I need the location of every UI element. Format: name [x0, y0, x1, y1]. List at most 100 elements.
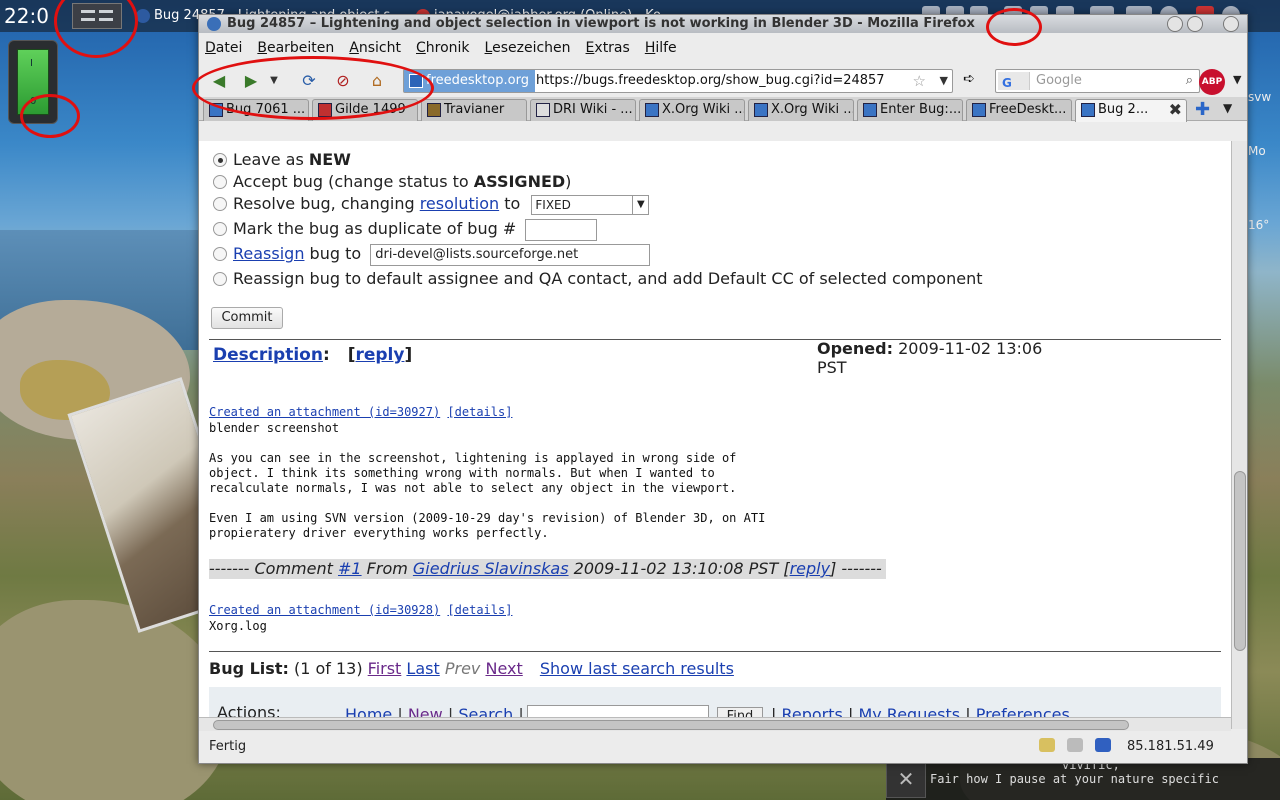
bug-list-next-link[interactable]: Next	[485, 659, 522, 678]
attachment-1-name: blender screenshot	[209, 421, 340, 435]
adblock-plus-button[interactable]: ABP	[1199, 69, 1225, 95]
url-text: https://bugs.freedesktop.org/show_bug.cg…	[536, 73, 885, 88]
option-label-end: to	[499, 194, 521, 213]
chat-line-2: Fair how I pause at your nature specific	[930, 772, 1219, 786]
tab-bug-7061[interactable]: Bug 7061 ...	[203, 99, 309, 121]
comment-1-header: ------- Comment #1 From Giedrius Slavins…	[209, 559, 886, 579]
tab-favicon-icon	[209, 103, 223, 117]
maximize-button[interactable]	[1187, 16, 1203, 32]
menu-history[interactable]: Chronik	[416, 40, 470, 56]
search-engine-selector[interactable]: G	[998, 72, 1030, 90]
attachment-2-link[interactable]: Created an attachment (id=30928)	[209, 603, 440, 617]
bookmark-star-icon[interactable]: ☆	[913, 70, 926, 92]
horizontal-scrollbar[interactable]	[199, 717, 1231, 731]
window-titlebar[interactable]: Bug 24857 – Lightening and object select…	[199, 15, 1247, 33]
menu-bookmarks[interactable]: Lesezeichen	[485, 40, 571, 56]
url-bar[interactable]: freedesktop.org https://bugs.freedesktop…	[403, 69, 953, 93]
minimize-button[interactable]	[1167, 16, 1183, 32]
bug-list-first-link[interactable]: First	[368, 659, 402, 678]
tab-xorg-wiki-1[interactable]: X.Org Wiki ...	[639, 99, 745, 121]
show-last-search-link[interactable]: Show last search results	[540, 659, 734, 678]
vertical-scrollbar[interactable]	[1231, 141, 1247, 729]
horizontal-scroll-thumb[interactable]	[213, 720, 1129, 730]
search-icon[interactable]: ⌕	[1186, 70, 1193, 92]
tab-xorg-wiki-2[interactable]: X.Org Wiki ...	[748, 99, 854, 121]
chat-close-button[interactable]: ✕	[886, 760, 926, 798]
commit-button[interactable]: Commit	[211, 307, 283, 329]
close-button[interactable]	[1223, 16, 1239, 32]
tab-close-icon[interactable]: ✖	[1169, 100, 1182, 120]
resolution-link[interactable]: resolution	[420, 194, 499, 213]
tab-gilde[interactable]: Gilde 1499	[312, 99, 418, 121]
back-arrow-icon: ◀	[212, 70, 226, 90]
radio-default-assignee[interactable]	[213, 272, 227, 286]
tab-bug-24857[interactable]: Bug 2... ✖	[1075, 99, 1187, 122]
go-button[interactable]: ➪	[963, 71, 975, 87]
attachment-1-link[interactable]: Created an attachment (id=30927)	[209, 405, 440, 419]
resolution-value: FIXED	[535, 197, 571, 212]
site-identity-badge[interactable]: freedesktop.org	[404, 70, 535, 92]
home-button[interactable]: ⌂	[363, 67, 391, 93]
comment-number-link[interactable]: #1	[338, 559, 362, 578]
firefox-window: Bug 24857 – Lightening and object select…	[198, 14, 1248, 764]
menu-help[interactable]: Hilfe	[645, 40, 677, 56]
menu-edit[interactable]: Bearbeiten	[257, 40, 334, 56]
option-label: bug to	[304, 244, 362, 263]
radio-leave-new[interactable]	[213, 153, 227, 167]
tab-favicon-icon	[536, 103, 550, 117]
radio-reassign[interactable]	[213, 247, 227, 261]
description-header: Description: [reply]	[213, 345, 413, 365]
vertical-scroll-thumb[interactable]	[1234, 471, 1246, 651]
download-icon[interactable]	[1067, 738, 1083, 752]
attachment-2-details-link[interactable]: [details]	[447, 603, 512, 617]
bug-list-last-link[interactable]: Last	[406, 659, 439, 678]
tab-freedesktop[interactable]: FreeDeskt...	[966, 99, 1072, 121]
lock-icon[interactable]	[1039, 738, 1055, 752]
comment-reply-link[interactable]: reply	[790, 559, 831, 578]
page-content: Leave as NEW Accept bug (change status t…	[199, 141, 1231, 729]
resolution-select[interactable]: FIXED ▼	[531, 194, 650, 215]
status-text: Fertig	[209, 739, 247, 754]
forward-button[interactable]: ▶	[237, 67, 265, 93]
weather-label: svw	[1248, 90, 1272, 104]
tab-dri-wiki[interactable]: DRI Wiki - ...	[530, 99, 636, 121]
new-tab-button[interactable]: ✚	[1195, 99, 1210, 120]
tab-list-chevron-down-icon[interactable]: ▼	[1223, 101, 1232, 115]
menu-tools[interactable]: Extras	[586, 40, 630, 56]
description-body: As you can see in the screenshot, lighte…	[209, 451, 766, 540]
url-dropdown-icon[interactable]: ▼	[940, 70, 948, 92]
history-dropdown-button[interactable]: ▼	[265, 67, 283, 93]
option-label: Mark the bug as duplicate of bug #	[233, 219, 517, 238]
description-link[interactable]: Description	[213, 345, 323, 365]
menu-view[interactable]: Ansicht	[349, 40, 401, 56]
radio-accept[interactable]	[213, 175, 227, 189]
virtual-desktop-pager[interactable]	[72, 3, 122, 29]
status-bar: Fertig 85.181.51.49	[199, 731, 1247, 763]
duplicate-bug-field[interactable]	[525, 218, 598, 241]
attachment-2-line: Created an attachment (id=30928) [detail…	[209, 603, 512, 617]
description-reply-link[interactable]: reply	[355, 345, 404, 365]
option-duplicate: Mark the bug as duplicate of bug #	[213, 218, 982, 243]
back-button[interactable]: ◀	[205, 67, 233, 93]
comment-date: 2009-11-02 13:10:08 PST [	[568, 559, 790, 578]
tab-label: DRI Wiki - ...	[553, 102, 633, 117]
stop-button[interactable]: ⊘	[329, 67, 357, 93]
tab-travianer[interactable]: Travianer	[421, 99, 527, 121]
search-bar[interactable]: G Google ⌕	[995, 69, 1200, 93]
attachment-1-details-link[interactable]: [details]	[447, 405, 512, 419]
desktop-switch-widget[interactable]: I 0	[8, 40, 58, 124]
comment-prefix: ------- Comment	[209, 559, 338, 578]
menu-file[interactable]: Datei	[205, 40, 242, 56]
tab-enter-bug[interactable]: Enter Bug:...	[857, 99, 963, 121]
reassign-email-field[interactable]: dri-devel@lists.sourceforge.net	[370, 243, 651, 266]
radio-duplicate[interactable]	[213, 222, 227, 236]
window-title: Bug 24857 – Lightening and object select…	[227, 16, 975, 31]
weather-temp-label: 16°	[1248, 218, 1270, 232]
toolbar-chevron-down-icon[interactable]: ▼	[1233, 73, 1241, 86]
addon-icon[interactable]	[1095, 738, 1111, 752]
reload-button[interactable]: ⟳	[295, 67, 323, 93]
radio-resolve[interactable]	[213, 197, 227, 211]
tab-bar: Bug 7061 ... Gilde 1499 Travianer DRI Wi…	[199, 97, 1247, 122]
reassign-link[interactable]: Reassign	[233, 244, 304, 263]
comment-author-link[interactable]: Giedrius Slavinskas	[413, 559, 569, 578]
